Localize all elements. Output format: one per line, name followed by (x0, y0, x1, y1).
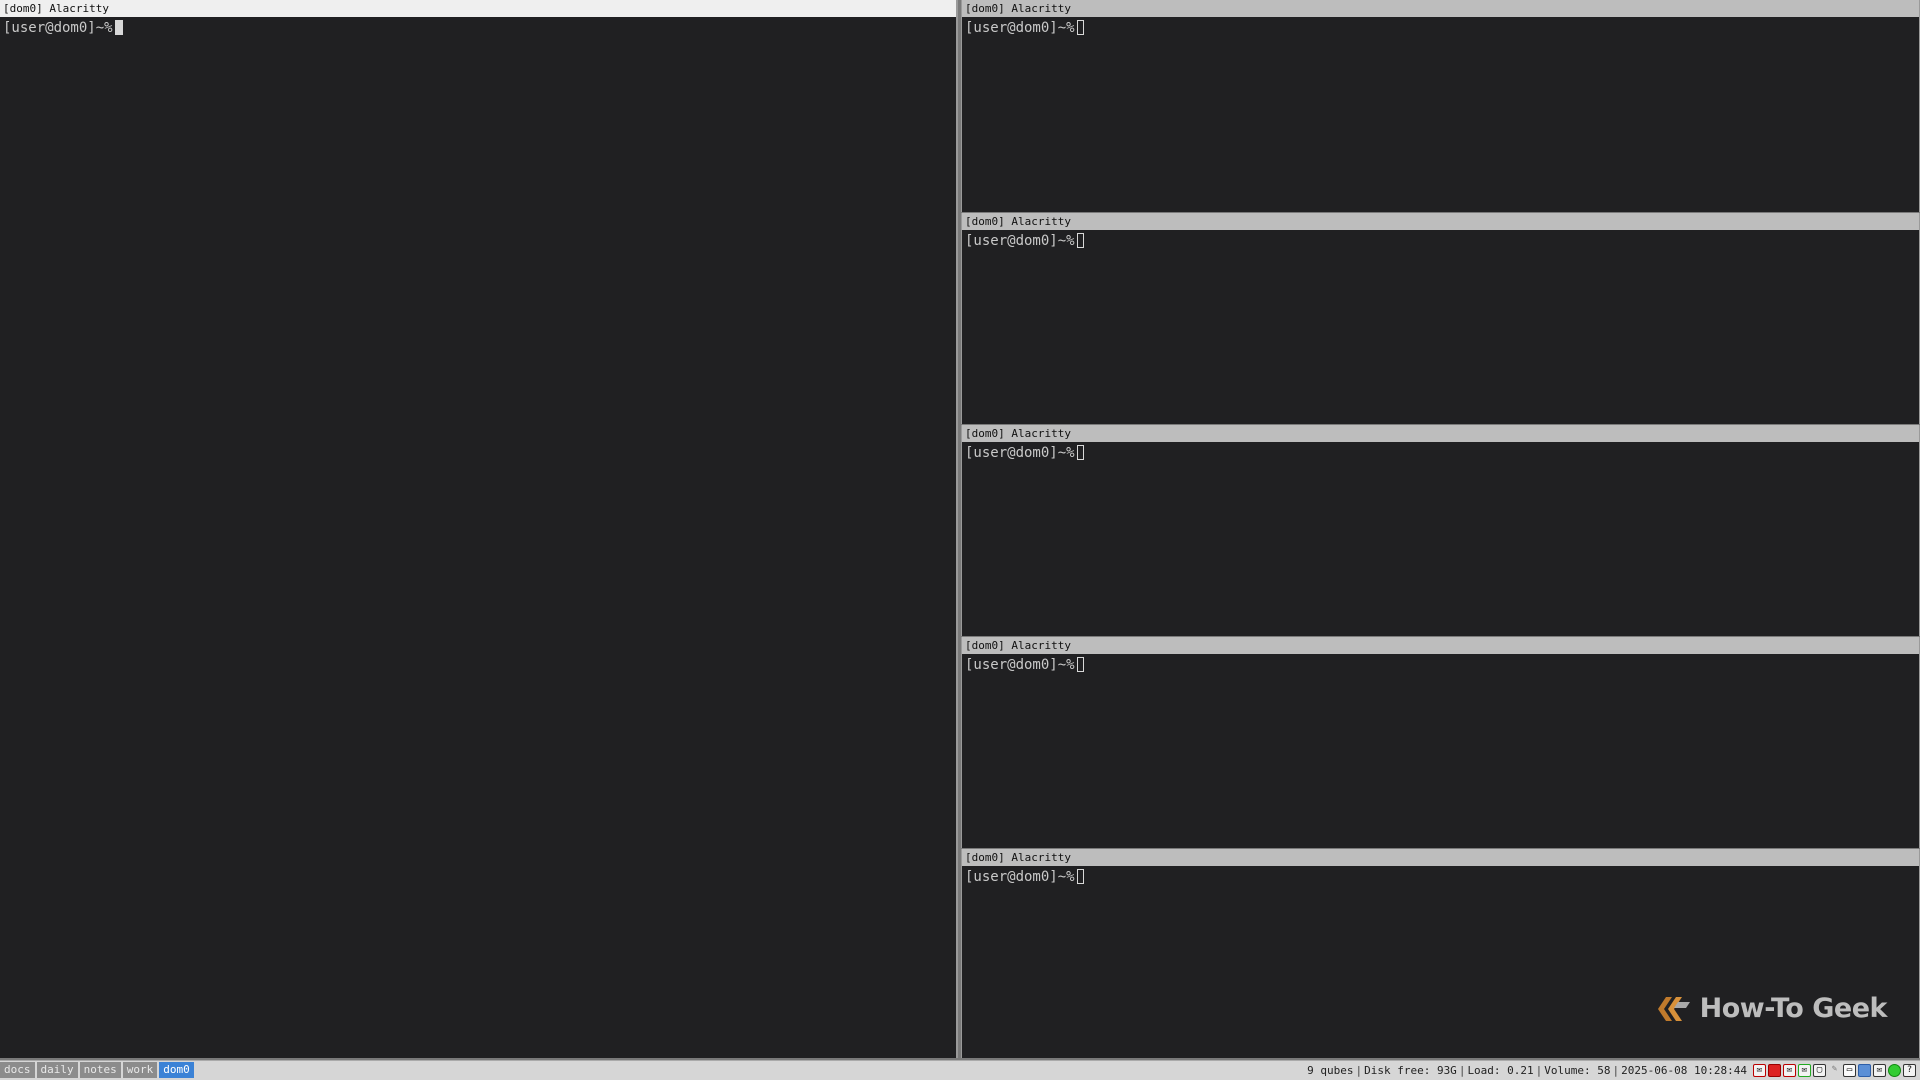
shield-icon[interactable] (1858, 1064, 1871, 1077)
status-bar: docs daily notes work dom0 9 qubes | Dis… (0, 1060, 1920, 1080)
shell-prompt: [user@dom0]~% (965, 869, 1075, 885)
mail-icon[interactable]: ✉ (1873, 1064, 1886, 1077)
terminal-window-4[interactable]: [dom0] Alacritty [user@dom0]~% (961, 637, 1920, 848)
volume-level: Volume: 58 (1544, 1064, 1611, 1077)
terminal-area[interactable]: [user@dom0]~% (962, 442, 1919, 636)
text-cursor (1076, 869, 1084, 884)
window-icon[interactable]: ▢ (1813, 1064, 1826, 1077)
terminal-window-1[interactable]: [dom0] Alacritty [user@dom0]~% (961, 0, 1920, 212)
disk-free: Disk free: 93G (1364, 1064, 1457, 1077)
workspace-notes[interactable]: notes (79, 1062, 121, 1078)
help-icon[interactable]: ? (1903, 1064, 1916, 1077)
separator: | (1458, 1064, 1466, 1077)
separator: | (1612, 1064, 1620, 1077)
window-title[interactable]: [dom0] Alacritty (0, 0, 956, 17)
terminal-window-2[interactable]: [dom0] Alacritty [user@dom0]~% (961, 213, 1920, 424)
shell-prompt: [user@dom0]~% (965, 20, 1075, 36)
terminal-window-5[interactable]: [dom0] Alacritty [user@dom0]~% How-To Ge… (961, 849, 1920, 1058)
mail-icon[interactable]: ✉ (1798, 1064, 1811, 1077)
terminal-area[interactable]: [user@dom0]~% (962, 866, 1919, 1058)
text-cursor (114, 20, 123, 35)
shell-prompt: [user@dom0]~% (965, 233, 1075, 249)
window-title[interactable]: [dom0] Alacritty (962, 849, 1919, 866)
workspace-dom0[interactable]: dom0 (159, 1062, 194, 1078)
system-load: Load: 0.21 (1467, 1064, 1534, 1077)
watermark: How-To Geek (1656, 993, 1888, 1024)
window-title[interactable]: [dom0] Alacritty (962, 637, 1919, 654)
terminal-area[interactable]: [user@dom0]~% (962, 654, 1919, 848)
htg-logo-icon (1657, 996, 1690, 1021)
network-icon[interactable] (1768, 1064, 1781, 1077)
battery-icon[interactable]: ▭ (1843, 1064, 1856, 1077)
shell-prompt: [user@dom0]~% (965, 657, 1075, 673)
text-cursor (1076, 657, 1084, 672)
separator: | (1355, 1064, 1363, 1077)
shell-prompt: [user@dom0]~% (965, 445, 1075, 461)
qubes-count: 9 qubes (1307, 1064, 1354, 1077)
window-title[interactable]: [dom0] Alacritty (962, 213, 1919, 230)
terminal-window-3[interactable]: [dom0] Alacritty [user@dom0]~% (961, 425, 1920, 636)
window-title[interactable]: [dom0] Alacritty (962, 0, 1919, 17)
feather-icon[interactable]: ✎ (1828, 1064, 1841, 1077)
text-cursor (1076, 233, 1084, 248)
watermark-text: How-To Geek (1699, 993, 1888, 1024)
shell-prompt: [user@dom0]~% (3, 20, 113, 36)
mail-alert-icon[interactable]: ✉ (1783, 1064, 1796, 1077)
workspace-daily[interactable]: daily (36, 1062, 78, 1078)
terminal-area[interactable]: [user@dom0]~% (0, 17, 956, 1058)
clock: 2025-06-08 10:28:44 (1621, 1064, 1747, 1077)
desktop: [dom0] Alacritty [user@dom0]~% [dom0] Al… (0, 0, 1920, 1080)
status-dot-icon[interactable] (1888, 1064, 1901, 1077)
text-cursor (1076, 20, 1084, 35)
terminal-area[interactable]: [user@dom0]~% (962, 230, 1919, 424)
mail-icon[interactable]: ✉ (1753, 1064, 1766, 1077)
workspace-list: docs daily notes work dom0 (0, 1062, 194, 1078)
window-title[interactable]: [dom0] Alacritty (962, 425, 1919, 442)
system-tray: ✉ ✉ ✉ ▢ ✎ ▭ ✉ ? (1753, 1064, 1916, 1077)
terminal-window-main[interactable]: [dom0] Alacritty [user@dom0]~% (0, 0, 958, 1058)
workspace-docs[interactable]: docs (0, 1062, 35, 1078)
workspace-work[interactable]: work (122, 1062, 158, 1078)
separator: | (1535, 1064, 1543, 1077)
status-info: 9 qubes | Disk free: 93G | Load: 0.21 | … (1307, 1062, 1916, 1079)
text-cursor (1076, 445, 1084, 460)
terminal-area[interactable]: [user@dom0]~% (962, 17, 1919, 212)
